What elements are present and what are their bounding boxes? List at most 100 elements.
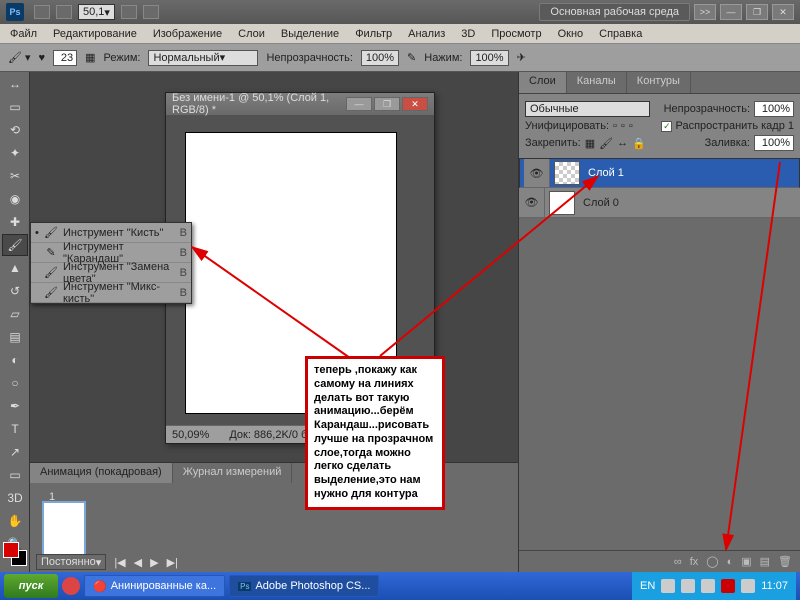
menu-image[interactable]: Изображение <box>147 26 228 42</box>
lock-all-icon[interactable]: 🔒 <box>632 137 646 150</box>
layer-thumbnail[interactable] <box>554 161 580 185</box>
layer-thumbnail[interactable] <box>549 191 575 215</box>
layer-row[interactable]: 👁 Слой 0 <box>519 188 800 218</box>
play-icon[interactable]: ▶ <box>150 556 158 569</box>
link-layers-icon[interactable]: ∞ <box>674 556 682 568</box>
menu-layers[interactable]: Слои <box>232 26 271 42</box>
tool-type[interactable]: T <box>2 418 28 440</box>
tool-marquee[interactable]: ▭ <box>2 96 28 118</box>
menu-window[interactable]: Окно <box>552 26 590 42</box>
propagate-checkbox[interactable]: ✓ <box>661 121 672 132</box>
next-frame-icon[interactable]: ▶| <box>167 556 178 569</box>
mru-button[interactable] <box>34 5 50 19</box>
panel-chevrons[interactable]: >> <box>694 4 716 20</box>
group-icon[interactable]: ▣ <box>741 555 751 568</box>
tray-icon[interactable] <box>681 579 695 593</box>
menu-select[interactable]: Выделение <box>275 26 345 42</box>
tool-crop[interactable]: ✂ <box>2 165 28 187</box>
language-indicator[interactable]: EN <box>640 580 655 592</box>
opera-icon[interactable] <box>62 577 80 595</box>
window-minimize-button[interactable]: — <box>720 4 742 20</box>
tablet-opacity-icon[interactable]: ✎ <box>407 51 416 64</box>
tool-healing[interactable]: ✚ <box>2 211 28 233</box>
lock-transparency-icon[interactable]: ▦ <box>585 137 595 150</box>
prev-frame-icon[interactable]: ◀ <box>134 556 142 569</box>
tray-icon[interactable] <box>701 579 715 593</box>
tool-pen[interactable]: ✒ <box>2 395 28 417</box>
tool-gradient[interactable]: ▤ <box>2 326 28 348</box>
brush-size-field[interactable]: 23 <box>53 50 77 66</box>
unify-visibility-icon[interactable]: ▫ <box>621 120 625 132</box>
foreground-color[interactable] <box>3 542 19 558</box>
lock-pixels-icon[interactable]: 🖌 <box>599 137 613 150</box>
fill-field[interactable]: 100% <box>754 135 794 151</box>
visibility-toggle-icon[interactable]: 👁 <box>519 188 545 217</box>
menu-analysis[interactable]: Анализ <box>402 26 451 42</box>
doc-maximize-button[interactable]: ❐ <box>374 97 400 111</box>
workspace-switcher[interactable]: Основная рабочая среда <box>539 3 690 21</box>
tool-eyedropper[interactable]: ◉ <box>2 188 28 210</box>
taskbar-item[interactable]: 🔴Анинированные ка... <box>84 575 225 597</box>
tool-lasso[interactable]: ⟲ <box>2 119 28 141</box>
tool-wand[interactable]: ✦ <box>2 142 28 164</box>
tool-history-brush[interactable]: ↺ <box>2 280 28 302</box>
tray-icon[interactable] <box>741 579 755 593</box>
tool-shape[interactable]: ▭ <box>2 464 28 486</box>
status-zoom[interactable]: 50,09% <box>172 429 209 441</box>
arrange-button[interactable] <box>56 5 72 19</box>
delete-layer-icon[interactable]: 🗑 <box>778 555 792 568</box>
tool-eraser[interactable]: ▱ <box>2 303 28 325</box>
tab-channels[interactable]: Каналы <box>567 72 627 93</box>
new-layer-icon[interactable]: ▤ <box>760 555 770 568</box>
menu-view[interactable]: Просмотр <box>485 26 547 42</box>
tool-brush[interactable]: 🖌 <box>2 234 28 256</box>
tool-dodge[interactable]: ○ <box>2 372 28 394</box>
doc-minimize-button[interactable]: — <box>346 97 372 111</box>
blend-mode-select[interactable]: Обычные <box>525 101 650 117</box>
layer-name[interactable]: Слой 1 <box>584 167 795 179</box>
visibility-toggle-icon[interactable]: 👁 <box>524 159 550 187</box>
menu-help[interactable]: Справка <box>593 26 648 42</box>
opacity-field[interactable]: 100% <box>361 50 399 66</box>
document-titlebar[interactable]: Без имени-1 @ 50,1% (Слой 1, RGB/8) * — … <box>166 93 434 115</box>
color-swatches[interactable] <box>3 542 27 566</box>
doc-close-button[interactable]: ✕ <box>402 97 428 111</box>
window-close-button[interactable]: ✕ <box>772 4 794 20</box>
tool-blur[interactable]: ◐ <box>2 349 28 371</box>
layer-opacity-field[interactable]: 100% <box>754 101 794 117</box>
layer-name[interactable]: Слой 0 <box>579 197 800 209</box>
tray-icon[interactable] <box>721 579 735 593</box>
loop-select[interactable]: Постоянно ▾ <box>36 554 106 570</box>
start-button[interactable]: пуск <box>4 574 58 598</box>
menu-filter[interactable]: Фильтр <box>349 26 398 42</box>
viewextras-button[interactable] <box>143 5 159 19</box>
menu-edit[interactable]: Редактирование <box>47 26 143 42</box>
window-maximize-button[interactable]: ❐ <box>746 4 768 20</box>
blend-mode-select[interactable]: Нормальный ▾ <box>148 50 258 66</box>
flow-field[interactable]: 100% <box>470 50 508 66</box>
menu-3d[interactable]: 3D <box>455 26 481 42</box>
animation-frame[interactable]: 1 0 сек. <box>42 501 86 557</box>
tab-layers[interactable]: Слои <box>519 72 567 93</box>
lock-position-icon[interactable]: ↔ <box>617 137 628 149</box>
tool-path[interactable]: ↗ <box>2 441 28 463</box>
brush-preset-icon[interactable]: ▦ <box>85 51 95 64</box>
viewmode-button[interactable] <box>121 5 137 19</box>
flyout-mixer-brush[interactable]: 🖌Инструмент "Микс-кисть"B <box>31 283 191 303</box>
unify-style-icon[interactable]: ▫ <box>629 120 633 132</box>
mask-icon[interactable]: ◯ <box>706 555 718 568</box>
tray-icon[interactable] <box>661 579 675 593</box>
first-frame-icon[interactable]: |◀ <box>114 556 125 569</box>
layer-row[interactable]: 👁 Слой 1 <box>519 158 800 188</box>
tab-animation[interactable]: Анимация (покадровая) <box>30 463 173 483</box>
airbrush-icon[interactable]: ✈ <box>517 51 526 64</box>
tool-stamp[interactable]: ▲ <box>2 257 28 279</box>
tool-hand[interactable]: ✋ <box>2 510 28 532</box>
zoom-field[interactable]: 50,1 ▾ <box>78 4 115 20</box>
adjustment-icon[interactable]: ◐ <box>727 556 734 568</box>
tab-paths[interactable]: Контуры <box>627 72 691 93</box>
unify-position-icon[interactable]: ▫ <box>613 120 617 132</box>
menu-file[interactable]: Файл <box>4 26 43 42</box>
fx-icon[interactable]: fx <box>690 556 699 568</box>
tool-3d[interactable]: 3D <box>2 487 28 509</box>
